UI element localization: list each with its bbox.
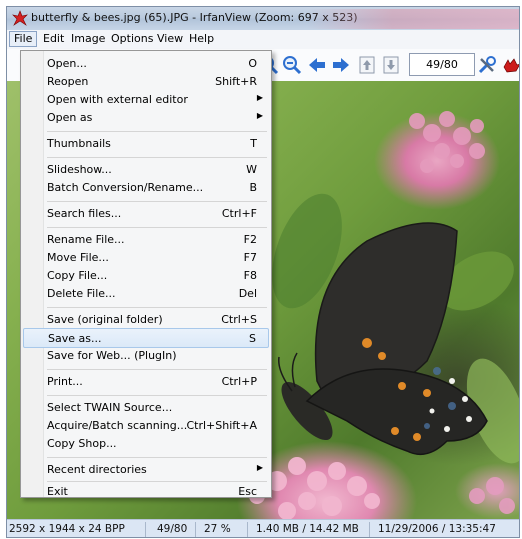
menu-item-label: Open with external editor — [47, 93, 188, 106]
menu-item-label: Batch Conversion/Rename... — [47, 181, 204, 194]
menu-item-label: Rename File... — [47, 233, 125, 246]
menu-item-acquire-batch-scanning[interactable]: Acquire/Batch scanning... Ctrl+Shift+A — [23, 416, 269, 436]
menu-item-move-file[interactable]: Move File... F7 — [23, 248, 269, 268]
menu-options[interactable]: Options — [107, 31, 157, 47]
menu-item-save-as[interactable]: Save as... S — [23, 328, 269, 348]
menu-item-shortcut: T — [250, 137, 257, 150]
menu-item-label: Recent directories — [47, 463, 147, 476]
menu-item-slideshow[interactable]: Slideshow... W — [23, 160, 269, 180]
status-datetime: 11/29/2006 / 13:35:47 — [378, 523, 496, 535]
menu-item-copy-file[interactable]: Copy File... F8 — [23, 266, 269, 286]
file-menu-dropdown: Open... O Reopen Shift+R Open with exter… — [20, 50, 272, 498]
submenu-arrow-icon: ▶ — [256, 111, 263, 120]
irfanview-cat-icon[interactable] — [501, 55, 520, 75]
menu-item-search-files[interactable]: Search files... Ctrl+F — [23, 204, 269, 224]
menu-separator — [47, 131, 267, 132]
menu-separator — [47, 227, 267, 228]
menu-separator — [47, 395, 267, 396]
submenu-arrow-icon: ▶ — [256, 93, 263, 102]
menu-item-label: Move File... — [47, 251, 109, 264]
status-file-size: 1.40 MB / 14.42 MB — [256, 523, 359, 535]
menu-item-label: Delete File... — [47, 287, 116, 300]
menu-item-label: Save as... — [48, 332, 102, 345]
status-separator — [369, 522, 370, 537]
previous-arrow-icon[interactable] — [307, 55, 327, 75]
menu-item-open-with-external-editor[interactable]: Open with external editor ▶ — [23, 90, 269, 110]
menu-item-label: Exit — [47, 485, 68, 498]
menu-item-shortcut: Shift+R — [215, 75, 257, 88]
title-bar-glass — [307, 9, 519, 29]
menu-separator — [47, 201, 267, 202]
menu-item-batch-conversion[interactable]: Batch Conversion/Rename... B — [23, 178, 269, 198]
menu-item-label: Acquire/Batch scanning... — [47, 419, 188, 432]
menu-item-open-as[interactable]: Open as ▶ — [23, 108, 269, 128]
menu-separator — [47, 369, 267, 370]
menu-item-label: Select TWAIN Source... — [47, 401, 173, 414]
menu-item-label: Copy File... — [47, 269, 108, 282]
status-dimensions: 2592 x 1944 x 24 BPP — [9, 523, 125, 535]
menu-item-exit[interactable]: Exit Esc — [23, 476, 269, 498]
menu-item-reopen[interactable]: Reopen Shift+R — [23, 72, 269, 92]
menu-edit[interactable]: Edit — [39, 31, 68, 47]
title-bar[interactable]: butterfly & bees.jpg (65).JPG - IrfanVie… — [7, 7, 519, 30]
status-separator — [247, 522, 248, 537]
menu-item-rename-file[interactable]: Rename File... F2 — [23, 230, 269, 250]
menu-item-label: Slideshow... — [47, 163, 112, 176]
menu-item-label: Save for Web... (PlugIn) — [47, 349, 177, 362]
menu-item-open[interactable]: Open... O — [23, 54, 269, 74]
menu-item-label: Open as — [47, 111, 93, 124]
menu-separator — [47, 457, 267, 458]
tools-icon[interactable] — [477, 55, 497, 75]
menu-item-shortcut: Ctrl+S — [221, 313, 257, 326]
menu-item-select-twain-source[interactable]: Select TWAIN Source... — [23, 398, 269, 418]
menu-item-shortcut: Ctrl+P — [221, 375, 257, 388]
menu-item-label: Reopen — [47, 75, 89, 88]
menu-item-delete-file[interactable]: Delete File... Del — [23, 284, 269, 304]
menu-item-shortcut: W — [246, 163, 257, 176]
first-page-icon[interactable] — [357, 55, 377, 75]
menu-item-shortcut: F8 — [243, 269, 257, 282]
menu-file[interactable]: File — [9, 31, 38, 47]
menu-separator — [47, 157, 267, 158]
menu-item-shortcut: Esc — [238, 485, 257, 498]
menu-item-print[interactable]: Print... Ctrl+P — [23, 372, 269, 392]
menu-image[interactable]: Image — [67, 31, 109, 47]
submenu-arrow-icon: ▶ — [256, 463, 263, 472]
menu-item-shortcut: F2 — [243, 233, 257, 246]
menu-item-label: Copy Shop... — [47, 437, 117, 450]
status-bar: 2592 x 1944 x 24 BPP 49/80 27 % 1.40 MB … — [7, 519, 519, 537]
zoom-out-icon[interactable] — [282, 55, 302, 75]
menu-item-label: Save (original folder) — [47, 313, 163, 326]
last-page-icon[interactable] — [381, 55, 401, 75]
status-separator — [145, 522, 146, 537]
menu-item-shortcut: Del — [238, 287, 257, 300]
irfanview-app-icon — [12, 10, 28, 26]
menu-item-label: Thumbnails — [47, 137, 111, 150]
menu-item-shortcut: B — [249, 181, 257, 194]
menu-item-save-original-folder[interactable]: Save (original folder) Ctrl+S — [23, 310, 269, 330]
status-position: 49/80 — [157, 523, 188, 535]
menu-view[interactable]: View — [153, 31, 187, 47]
menu-help[interactable]: Help — [185, 31, 218, 47]
menu-item-copy-shop[interactable]: Copy Shop... — [23, 434, 269, 454]
menu-item-thumbnails[interactable]: Thumbnails T — [23, 134, 269, 154]
page-indicator[interactable]: 49/80 — [409, 53, 475, 76]
menu-separator — [47, 307, 267, 308]
menu-item-save-for-web[interactable]: Save for Web... (PlugIn) — [23, 346, 269, 366]
menu-item-shortcut: Ctrl+Shift+A — [186, 419, 257, 432]
status-separator — [195, 522, 196, 537]
menu-item-shortcut: F7 — [243, 251, 257, 264]
next-arrow-icon[interactable] — [331, 55, 351, 75]
menu-item-shortcut: Ctrl+F — [221, 207, 257, 220]
irfanview-window: butterfly & bees.jpg (65).JPG - IrfanVie… — [6, 6, 520, 538]
status-zoom: 27 % — [204, 523, 231, 535]
menu-item-label: Print... — [47, 375, 83, 388]
menu-bar: File Edit Image Options View Help — [7, 30, 519, 50]
menu-item-shortcut: O — [248, 57, 257, 70]
menu-item-label: Open... — [47, 57, 87, 70]
menu-item-label: Search files... — [47, 207, 122, 220]
menu-item-shortcut: S — [249, 332, 256, 345]
